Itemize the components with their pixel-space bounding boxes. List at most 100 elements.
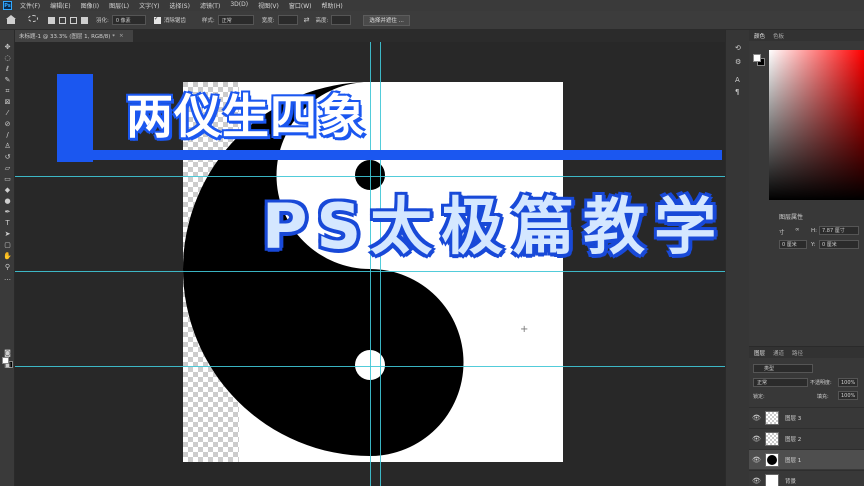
brush-tool-icon[interactable]: / bbox=[3, 132, 12, 139]
new-selection-mode-button[interactable] bbox=[48, 16, 55, 24]
fill-input[interactable]: 100% bbox=[838, 391, 858, 400]
color-picker-field[interactable] bbox=[769, 50, 864, 200]
height-input[interactable] bbox=[331, 15, 352, 25]
overlay-title-line2: PS太极篇教学 bbox=[262, 190, 726, 263]
menu-edit[interactable]: 编辑(E) bbox=[50, 1, 70, 10]
layer-filter-select[interactable]: 类型 bbox=[753, 364, 813, 373]
style-select[interactable]: 正常 bbox=[217, 15, 254, 25]
height-field[interactable]: 7.87 厘寸 bbox=[819, 226, 859, 235]
adjust-panel-icon[interactable]: ⚙ bbox=[735, 58, 741, 66]
document-tab[interactable]: 未标题-1 @ 33.3% (图层 1, RGB/8) * × bbox=[15, 30, 133, 42]
tab-layers[interactable]: 图层 bbox=[754, 349, 765, 357]
crop-tool-icon[interactable]: ⌗ bbox=[3, 88, 12, 95]
layers-panel-tabs: 图层 通道 路径 bbox=[749, 347, 864, 358]
tab-channels[interactable]: 通道 bbox=[773, 349, 784, 357]
dodge-tool-icon[interactable]: ● bbox=[3, 198, 12, 205]
blur-tool-icon[interactable]: ◆ bbox=[3, 187, 12, 194]
menu-image[interactable]: 图像(I) bbox=[81, 1, 99, 10]
photoshop-logo[interactable]: Ps bbox=[3, 1, 12, 10]
right-icon-strip: ⟲ ⚙ A ¶ bbox=[725, 30, 749, 486]
tab-swatches[interactable]: 色板 bbox=[773, 32, 784, 40]
menu-select[interactable]: 选择(S) bbox=[169, 1, 190, 10]
frame-tool-icon[interactable]: ⊠ bbox=[3, 99, 12, 106]
document-tab-bar: 未标题-1 @ 33.3% (图层 1, RGB/8) * × bbox=[15, 30, 725, 42]
color-panel-tabs: 颜色 色板 bbox=[749, 30, 864, 41]
tab-color[interactable]: 颜色 bbox=[754, 32, 765, 40]
menu-filter[interactable]: 滤镜(T) bbox=[200, 1, 220, 10]
path-select-tool-icon[interactable]: ➤ bbox=[3, 231, 12, 238]
width-label: 宽度: bbox=[261, 18, 275, 24]
width-unit-label: 寸 bbox=[779, 230, 785, 236]
feather-input[interactable]: 0 像素 bbox=[111, 15, 146, 25]
more-tools-icon[interactable]: … bbox=[3, 275, 12, 282]
visibility-eye-icon[interactable]: 👁 bbox=[752, 435, 761, 443]
healing-brush-icon[interactable]: ⊘ bbox=[3, 121, 12, 128]
quick-select-tool-icon[interactable]: ✎ bbox=[3, 77, 12, 84]
history-brush-icon[interactable]: ↺ bbox=[3, 154, 12, 161]
quick-mask-icon[interactable]: ◙ bbox=[3, 350, 12, 357]
layer-name: 背景 bbox=[785, 478, 797, 485]
layer-thumbnail bbox=[765, 410, 779, 425]
marquee-tool-icon[interactable]: ◌ bbox=[3, 55, 12, 62]
tab-paths[interactable]: 路径 bbox=[792, 349, 803, 357]
zoom-tool-icon[interactable]: ⚲ bbox=[3, 264, 12, 271]
menu-layer[interactable]: 图层(L) bbox=[109, 1, 129, 10]
layer-thumbnail bbox=[765, 452, 779, 467]
move-tool-icon[interactable]: ✥ bbox=[3, 44, 12, 51]
subtract-selection-mode-button[interactable] bbox=[70, 16, 77, 24]
paragraph-panel-icon[interactable]: ¶ bbox=[735, 88, 739, 96]
eraser-tool-icon[interactable]: ▱ bbox=[3, 165, 12, 172]
lasso-tool-icon[interactable]: ℓ bbox=[3, 66, 12, 73]
layer-thumbnail bbox=[765, 473, 779, 486]
intersect-selection-mode-button[interactable] bbox=[81, 16, 88, 24]
visibility-eye-icon[interactable]: 👁 bbox=[752, 414, 761, 422]
layer-row-background[interactable]: 👁 背景 bbox=[749, 470, 864, 486]
opacity-input[interactable]: 100% bbox=[838, 378, 858, 387]
foreground-color-swatch[interactable] bbox=[2, 357, 9, 364]
decorative-blue-bar-horizontal bbox=[90, 150, 722, 160]
select-and-mask-button[interactable]: 选择并遮住 ... bbox=[363, 14, 410, 26]
add-selection-mode-button[interactable] bbox=[59, 16, 66, 24]
blend-mode-select[interactable]: 正常 bbox=[753, 378, 808, 387]
layer-row-1[interactable]: 👁 图层 1 bbox=[749, 449, 864, 469]
hand-tool-icon[interactable]: ✋ bbox=[3, 253, 12, 260]
document-tab-title: 未标题-1 @ 33.3% (图层 1, RGB/8) * bbox=[19, 34, 115, 40]
overlay-title-line1: 两仪生四象 bbox=[126, 90, 366, 145]
pen-tool-icon[interactable]: ✒ bbox=[3, 209, 12, 216]
eyedropper-tool-icon[interactable]: ⁄ bbox=[3, 110, 12, 117]
menu-file[interactable]: 文件(F) bbox=[20, 1, 40, 10]
character-panel-icon[interactable]: A bbox=[735, 76, 740, 84]
elliptical-marquee-icon[interactable] bbox=[28, 15, 38, 25]
layer-row-2[interactable]: 👁 图层 2 bbox=[749, 428, 864, 448]
y-label: Y: bbox=[811, 242, 816, 248]
height-label: 高度: bbox=[315, 18, 329, 24]
x-field[interactable]: 0 厘米 bbox=[779, 240, 807, 249]
layer-row-3[interactable]: 👁 图层 3 bbox=[749, 407, 864, 427]
lock-label: 锁定: bbox=[753, 394, 765, 400]
menu-view[interactable]: 视图(V) bbox=[258, 1, 279, 10]
menu-3d[interactable]: 3D(D) bbox=[230, 1, 248, 10]
panel-foreground-swatch[interactable] bbox=[753, 54, 761, 62]
visibility-eye-icon[interactable]: 👁 bbox=[752, 456, 761, 464]
width-input[interactable] bbox=[277, 15, 298, 25]
history-panel-icon[interactable]: ⟲ bbox=[735, 44, 741, 52]
y-field[interactable]: 0 厘米 bbox=[819, 240, 859, 249]
home-icon[interactable] bbox=[6, 15, 16, 25]
shape-tool-icon[interactable]: ▢ bbox=[3, 242, 12, 249]
gradient-tool-icon[interactable]: ▭ bbox=[3, 176, 12, 183]
right-panels: 颜色 色板 图层属性 寸 ∞ H: 7.87 厘寸 0 厘米 Y: 0 厘米 图… bbox=[749, 30, 864, 486]
type-tool-icon[interactable]: T bbox=[3, 220, 12, 227]
stamp-tool-icon[interactable]: ♙ bbox=[3, 143, 12, 150]
swap-icon[interactable]: ⇄ bbox=[304, 16, 310, 24]
link-icon[interactable]: ∞ bbox=[795, 227, 800, 233]
close-tab-icon[interactable]: × bbox=[119, 33, 124, 39]
height-label: H: bbox=[811, 228, 817, 234]
menu-help[interactable]: 帮助(H) bbox=[322, 1, 343, 10]
decorative-blue-bar-vertical bbox=[57, 74, 93, 162]
menu-window[interactable]: 窗口(W) bbox=[289, 1, 312, 10]
layers-panel: 图层 通道 路径 类型 正常 不透明度: 100% 锁定: 填充: 100% 👁… bbox=[749, 346, 864, 486]
menu-type[interactable]: 文字(Y) bbox=[139, 1, 159, 10]
antialias-checkbox[interactable] bbox=[153, 15, 161, 24]
visibility-eye-icon[interactable]: 👁 bbox=[752, 477, 761, 485]
menu-bar: Ps 文件(F) 编辑(E) 图像(I) 图层(L) 文字(Y) 选择(S) 滤… bbox=[0, 0, 864, 11]
